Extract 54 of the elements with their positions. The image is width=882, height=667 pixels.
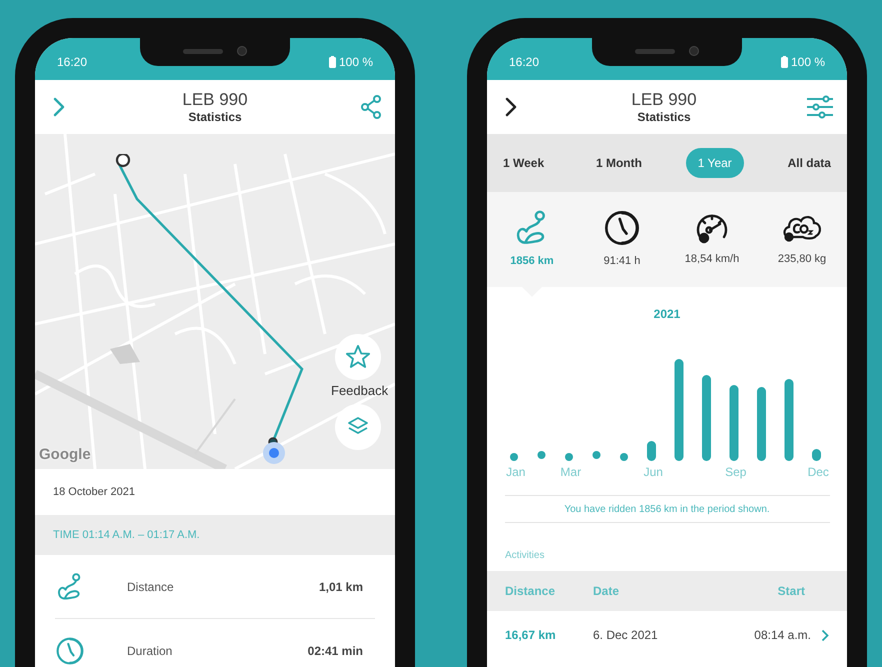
- share-icon[interactable]: [358, 95, 383, 119]
- metric-value: 1,01 km: [318, 578, 364, 596]
- battery-icon: [328, 56, 336, 68]
- feedback-label: Feedback: [331, 382, 388, 400]
- battery-level: 100 %: [338, 54, 373, 71]
- chart-bar: [647, 441, 656, 461]
- map-attribution: Google: [39, 445, 91, 465]
- ride-date: 18 October 2021: [53, 484, 135, 500]
- activities-heading: Activities: [505, 549, 544, 563]
- month-label: Dec: [806, 464, 830, 481]
- metric-label: Duration: [127, 642, 174, 660]
- camera-lens: [689, 46, 699, 56]
- period-summary: You have ridden 1856 km in the period shown.: [564, 502, 770, 516]
- chart-bar: [812, 449, 821, 461]
- month-label: Mar: [559, 464, 582, 481]
- column-header: Date: [593, 583, 620, 600]
- clock-icon: [603, 209, 641, 248]
- chart-point: [592, 451, 600, 459]
- filter-sliders-icon[interactable]: [804, 94, 835, 120]
- stat-item[interactable]: 235,80 kg: [757, 192, 847, 287]
- column-header: Start: [778, 583, 806, 600]
- metric-value: 02:41 min: [308, 642, 364, 660]
- camera-lens: [237, 46, 247, 56]
- map-layers-button[interactable]: [335, 404, 381, 450]
- clock-icon: [55, 636, 85, 666]
- month-label: Sep: [724, 464, 748, 481]
- feedback-star-button[interactable]: [335, 334, 381, 380]
- stat-item[interactable]: 18,54 km/h: [667, 192, 757, 287]
- status-time: 16:20: [509, 54, 540, 71]
- chevron-right-icon: [821, 628, 829, 642]
- header-subtitle: Statistics: [188, 110, 242, 126]
- chart-point: [620, 453, 628, 461]
- period-tab[interactable]: All data: [780, 148, 839, 178]
- metric-label: Distance: [127, 578, 175, 596]
- chart-point: [538, 451, 546, 459]
- chart-point: [565, 453, 573, 461]
- star-icon: [344, 343, 372, 371]
- speaker-grille: [635, 48, 675, 54]
- stat-item[interactable]: 91:41 h: [577, 192, 667, 287]
- header-title: LEB 990: [631, 88, 697, 110]
- column-header: Distance: [505, 583, 556, 600]
- chart-title: 2021: [654, 306, 680, 323]
- period-tab[interactable]: 1 Week: [495, 148, 552, 178]
- time-range: TIME 01:14 A.M. – 01:17 A.M.: [53, 528, 200, 543]
- battery-icon: [780, 56, 788, 68]
- chart-point: [510, 453, 518, 461]
- speaker-grille: [183, 48, 223, 54]
- month-label: Jun: [642, 464, 664, 481]
- battery-level: 100 %: [790, 54, 825, 71]
- period-tab[interactable]: 1 Month: [588, 148, 650, 178]
- header-subtitle: Statistics: [637, 110, 691, 126]
- month-label: Jan: [505, 464, 526, 481]
- status-time: 16:20: [57, 54, 88, 71]
- header-title: LEB 990: [182, 88, 248, 110]
